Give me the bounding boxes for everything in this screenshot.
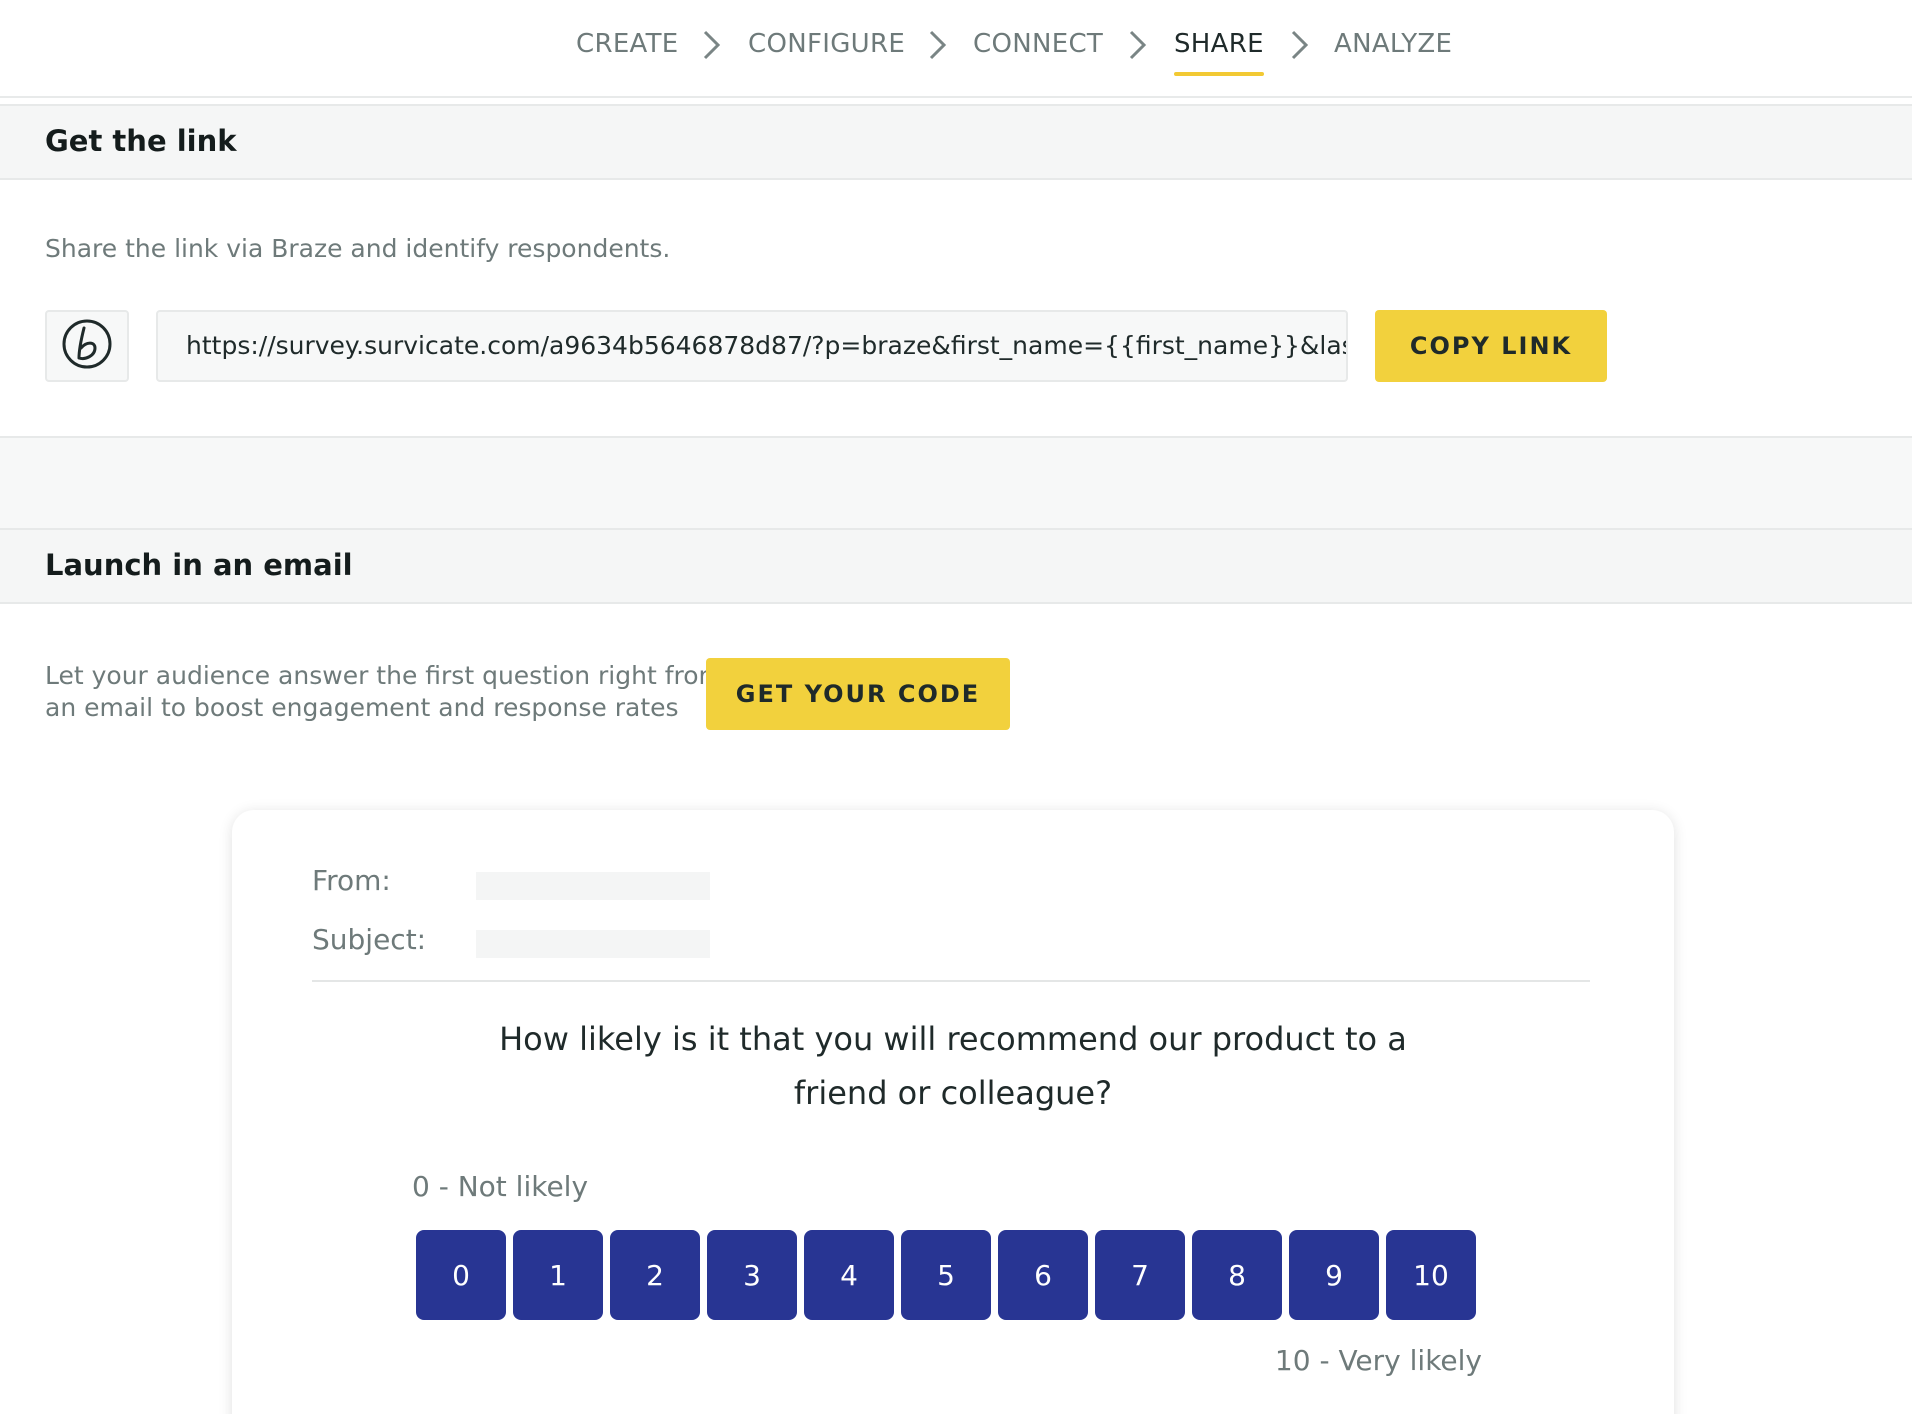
- nps-question-line1: How likely is it that you will recommend…: [499, 1020, 1407, 1058]
- survey-link-field[interactable]: https://survey.survicate.com/a9634b56468…: [156, 310, 1348, 382]
- subject-label: Subject:: [312, 923, 427, 956]
- score-button-1[interactable]: 1: [513, 1230, 603, 1320]
- chevron-right-icon: [696, 28, 726, 62]
- chevron-right-icon: [1284, 28, 1314, 62]
- launch-email-description-line2: an email to boost engagement and respons…: [45, 693, 679, 722]
- launch-email-description: Let your audience answer the first quest…: [45, 660, 723, 724]
- score-button-2[interactable]: 2: [610, 1230, 700, 1320]
- step-share[interactable]: SHARE: [1174, 24, 1264, 76]
- score-button-0[interactable]: 0: [416, 1230, 506, 1320]
- get-link-header: Get the link: [0, 104, 1912, 180]
- step-create[interactable]: CREATE: [576, 24, 679, 64]
- nps-question-line2: friend or colleague?: [793, 1074, 1113, 1112]
- get-link-description: Share the link via Braze and identify re…: [45, 234, 671, 263]
- score-button-8[interactable]: 8: [1192, 1230, 1282, 1320]
- score-button-9[interactable]: 9: [1289, 1230, 1379, 1320]
- stepper-nav: CREATE CONFIGURE CONNECT SHARE ANALYZE: [0, 0, 1912, 98]
- get-link-title: Get the link: [45, 124, 237, 158]
- chevron-right-icon: [922, 28, 952, 62]
- card-divider: [312, 980, 1590, 982]
- email-preview-card: From: Subject: How likely is it that you…: [232, 810, 1674, 1414]
- braze-logo-box: [45, 310, 129, 382]
- section-spacer: [0, 436, 1912, 528]
- scale-high-label: 10 - Very likely: [1274, 1344, 1482, 1377]
- scale-low-label: 0 - Not likely: [412, 1170, 589, 1203]
- braze-logo-icon: [61, 318, 113, 374]
- from-placeholder-bar: [476, 872, 710, 900]
- from-label: From:: [312, 864, 391, 897]
- copy-link-button[interactable]: COPY LINK: [1375, 310, 1607, 382]
- score-button-10[interactable]: 10: [1386, 1230, 1476, 1320]
- score-button-7[interactable]: 7: [1095, 1230, 1185, 1320]
- chevron-right-icon: [1122, 28, 1152, 62]
- score-button-6[interactable]: 6: [998, 1230, 1088, 1320]
- nps-question: How likely is it that you will recommend…: [392, 1012, 1514, 1120]
- score-button-5[interactable]: 5: [901, 1230, 991, 1320]
- get-your-code-button[interactable]: GET YOUR CODE: [706, 658, 1010, 730]
- score-button-3[interactable]: 3: [707, 1230, 797, 1320]
- launch-email-title: Launch in an email: [45, 548, 353, 582]
- step-configure[interactable]: CONFIGURE: [748, 24, 905, 64]
- score-button-4[interactable]: 4: [804, 1230, 894, 1320]
- launch-email-description-line1: Let your audience answer the first quest…: [45, 661, 723, 690]
- subject-placeholder-bar: [476, 930, 710, 958]
- step-analyze[interactable]: ANALYZE: [1334, 24, 1452, 64]
- launch-email-header: Launch in an email: [0, 528, 1912, 604]
- step-connect[interactable]: CONNECT: [973, 24, 1103, 64]
